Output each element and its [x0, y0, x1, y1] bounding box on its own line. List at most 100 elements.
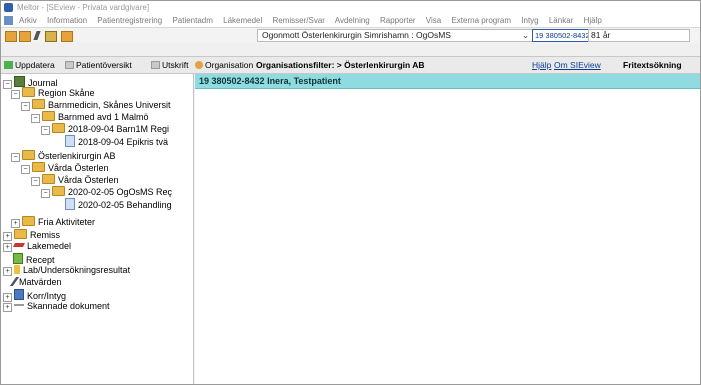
pen-icon[interactable]: [33, 31, 41, 40]
tree-label: Fria Aktiviteter: [38, 217, 96, 227]
expand-toggle[interactable]: +: [3, 232, 12, 241]
title-bar: Meltor - [SEview - Privata vardgivare]: [1, 1, 700, 14]
tree-node-lab[interactable]: + Lab/Undersökningsresultat: [3, 265, 130, 276]
tree-node-contact-2018[interactable]: − 2018-09-04 Barn1M Regi: [41, 123, 169, 135]
medication-icon: [13, 243, 25, 247]
menu-arkiv[interactable]: Arkiv: [19, 16, 37, 25]
menu-patientregistrering[interactable]: Patientregistrering: [97, 16, 162, 25]
tree-node-fria-aktiviteter[interactable]: + Fria Aktiviteter: [11, 216, 95, 228]
tree-node-varda-osterlen-1[interactable]: − Vårda Österlen: [21, 162, 109, 174]
patientoversikt-label: Patientöversikt: [76, 60, 132, 70]
menu-patientadm[interactable]: Patientadm: [172, 16, 212, 25]
folder-icon: [22, 150, 35, 160]
menu-remisser-svar[interactable]: Remisser/Svar: [273, 16, 325, 25]
tree-node-remiss[interactable]: + Remiss: [3, 229, 60, 241]
tree-label: Österlenkirurgin AB: [38, 151, 116, 161]
tree-label: 2020-02-05 Behandling: [78, 200, 172, 210]
collapse-toggle[interactable]: −: [31, 177, 40, 186]
tree-node-epikris-2018[interactable]: 2018-09-04 Epikris tvä: [65, 135, 168, 148]
care-unit-select[interactable]: Ogonmott Österlenkirurgin Simrishamn : O…: [257, 29, 533, 42]
tree-node-region-skane[interactable]: − Region Skåne: [11, 87, 95, 99]
folder-icon: [42, 111, 55, 121]
window-title: Meltor - [SEview - Privata vardgivare]: [17, 3, 150, 12]
tree-node-barnmed-avd[interactable]: − Barnmed avd 1 Malmö: [31, 111, 149, 123]
organisation-label: Organisation: [205, 60, 254, 70]
expand-toggle[interactable]: +: [3, 243, 12, 252]
measurement-icon: [9, 277, 20, 286]
menu-externa-program[interactable]: Externa program: [451, 16, 511, 25]
menu-information[interactable]: Information: [47, 16, 87, 25]
collapse-toggle[interactable]: −: [21, 165, 30, 174]
scanner-icon: [14, 304, 24, 306]
menu-intyg[interactable]: Intyg: [521, 16, 538, 25]
document-icon: [65, 198, 75, 210]
menu-avdelning[interactable]: Avdelning: [335, 16, 370, 25]
menu-hjalp[interactable]: Hjälp: [584, 16, 602, 25]
collapse-toggle[interactable]: −: [31, 114, 40, 123]
refresh-icon: [4, 61, 13, 69]
uppdatera-label: Uppdatera: [15, 60, 55, 70]
organisation-button[interactable]: Organisation: [195, 57, 253, 73]
expand-toggle[interactable]: +: [11, 219, 20, 228]
tree-label: Lab/Undersökningsresultat: [23, 265, 131, 275]
om-sieview-link[interactable]: Om SIEview: [554, 57, 601, 73]
expand-toggle[interactable]: +: [3, 267, 12, 276]
collapse-toggle[interactable]: −: [41, 189, 50, 198]
tree-label: Barnmedicin, Skånes Universit: [48, 100, 171, 110]
collapse-toggle[interactable]: −: [11, 153, 20, 162]
link-bar: Uppdatera Patientöversikt Utskrift Organ…: [1, 56, 700, 74]
tree-label: Barnmed avd 1 Malmö: [58, 112, 149, 122]
tree-label: Lakemedel: [27, 241, 72, 251]
patientoversikt-button[interactable]: Patientöversikt: [65, 57, 132, 73]
menu-visa[interactable]: Visa: [426, 16, 441, 25]
tree-label: Korr/Intyg: [27, 291, 67, 301]
journal-content-panel: 19 380502-8432 Inera, Testpatient: [195, 74, 700, 384]
tree-node-contact-2020[interactable]: − 2020-02-05 OgOsMS Reç: [41, 186, 172, 198]
overview-icon: [65, 61, 74, 69]
tree-node-varda-osterlen-2[interactable]: − Vårda Österlen: [31, 174, 119, 186]
tree-label: 2020-02-05 OgOsMS Reç: [68, 187, 173, 197]
tree-node-lakemedel[interactable]: + Lakemedel: [3, 241, 71, 252]
hjalp-link[interactable]: Hjälp: [532, 57, 551, 73]
folder-icon: [52, 123, 65, 133]
journal-tree: − Journal − Region Skåne − Barnmedicin, Skå…: [1, 74, 194, 384]
collapse-toggle[interactable]: −: [41, 126, 50, 135]
uppdatera-button[interactable]: Uppdatera: [4, 57, 55, 73]
tree-node-matvarden[interactable]: Matvärden: [9, 277, 62, 288]
menu-lakemedel[interactable]: Läkemedel: [223, 16, 262, 25]
certificate-icon: [14, 289, 24, 300]
menu-app-icon: [4, 16, 13, 25]
folder-icon: [42, 174, 55, 184]
application-window: Meltor - [SEview - Privata vardgivare] A…: [0, 0, 701, 385]
tree-node-barnmedicin[interactable]: − Barnmedicin, Skånes Universit: [21, 99, 171, 111]
folder-icon: [32, 162, 45, 172]
utskrift-button[interactable]: Utskrift: [151, 57, 188, 73]
fritextsokning-button[interactable]: Fritextsökning: [623, 57, 682, 73]
collapse-toggle[interactable]: −: [11, 90, 20, 99]
folder-icon[interactable]: [19, 31, 31, 42]
new-folder-icon[interactable]: [61, 31, 73, 42]
clipboard-icon[interactable]: [45, 31, 57, 42]
utskrift-label: Utskrift: [162, 60, 189, 70]
menu-lankar[interactable]: Länkar: [549, 16, 573, 25]
tree-node-behandling-2020[interactable]: 2020-02-05 Behandling: [65, 198, 172, 211]
patient-header: 19 380502-8432 Inera, Testpatient: [195, 74, 700, 89]
chevron-down-icon[interactable]: ⌄: [522, 30, 529, 41]
personnummer-field[interactable]: 19 380502-8432: [532, 29, 590, 42]
toolbar: Ogonmott Österlenkirurgin Simrishamn : O…: [1, 27, 700, 43]
collapse-toggle[interactable]: −: [21, 102, 30, 111]
tree-node-skannade-dokument[interactable]: + Skannade dokument: [3, 301, 110, 312]
tree-label: Vårda Österlen: [48, 163, 109, 173]
prescription-icon: [13, 253, 23, 264]
folder-icon: [32, 99, 45, 109]
patient-age-field: 81 år: [588, 29, 690, 42]
app-icon: [4, 3, 13, 12]
menu-rapporter[interactable]: Rapporter: [380, 16, 416, 25]
organisationsfilter-label: Organisationsfilter: > Österlenkirurgin …: [256, 60, 425, 70]
folder-icon: [22, 216, 35, 226]
tree-label: Matvärden: [19, 277, 62, 287]
expand-toggle[interactable]: +: [3, 303, 12, 312]
open-folder-icon[interactable]: [5, 31, 17, 42]
printer-icon: [151, 61, 160, 69]
tree-node-osterlenkirurgin[interactable]: − Österlenkirurgin AB: [11, 150, 116, 162]
